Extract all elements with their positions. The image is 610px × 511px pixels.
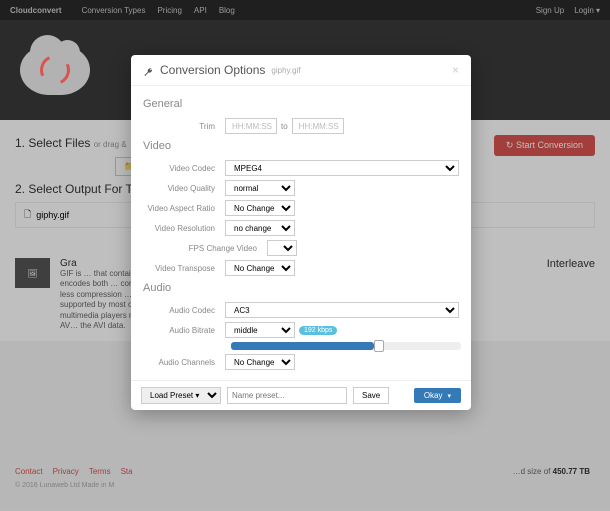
audio-bitrate-label: Audio Bitrate xyxy=(143,326,221,335)
to-label: to xyxy=(281,122,288,131)
modal-header: Conversion Options giphy.gif × xyxy=(131,55,471,86)
trim-label: Trim xyxy=(143,122,221,131)
close-icon[interactable]: × xyxy=(452,63,459,77)
slider-knob-icon[interactable] xyxy=(374,340,384,352)
load-preset-select[interactable]: Load Preset ▾ xyxy=(141,387,221,404)
modal-filename: giphy.gif xyxy=(271,66,300,75)
audio-codec-select[interactable]: AC3 xyxy=(225,302,459,318)
video-quality-select[interactable]: normal xyxy=(225,180,295,196)
audio-bitrate-select[interactable]: middle xyxy=(225,322,295,338)
video-codec-label: Video Codec xyxy=(143,164,221,173)
section-general: General xyxy=(143,98,459,110)
audio-codec-label: Audio Codec xyxy=(143,306,221,315)
modal-title: Conversion Options xyxy=(160,63,265,77)
video-resolution-select[interactable]: no change xyxy=(225,220,295,236)
bitrate-badge: 192 kbps xyxy=(299,326,337,335)
preset-name-input[interactable] xyxy=(227,387,347,404)
modal-footer: Load Preset ▾ Save Okay xyxy=(131,380,471,410)
video-codec-select[interactable]: MPEG4 xyxy=(225,160,459,176)
fps-label: FPS Change Video xyxy=(143,244,263,253)
video-transpose-label: Video Transpose xyxy=(143,264,221,273)
bitrate-slider[interactable] xyxy=(231,342,461,350)
video-aspect-select[interactable]: No Change xyxy=(225,200,295,216)
video-resolution-label: Video Resolution xyxy=(143,224,221,233)
okay-button[interactable]: Okay xyxy=(414,388,461,403)
audio-channels-select[interactable]: No Change xyxy=(225,354,295,370)
section-video: Video xyxy=(143,140,459,152)
fps-select[interactable] xyxy=(267,240,297,256)
video-aspect-label: Video Aspect Ratio xyxy=(143,204,221,213)
trim-end-input[interactable] xyxy=(292,118,344,134)
conversion-options-modal: Conversion Options giphy.gif × General T… xyxy=(131,55,471,410)
section-audio: Audio xyxy=(143,282,459,294)
trim-start-input[interactable] xyxy=(225,118,277,134)
video-transpose-select[interactable]: No Change xyxy=(225,260,295,276)
wrench-icon xyxy=(143,65,154,76)
audio-channels-label: Audio Channels xyxy=(143,358,221,367)
video-quality-label: Video Quality xyxy=(143,184,221,193)
save-preset-button[interactable]: Save xyxy=(353,387,389,404)
